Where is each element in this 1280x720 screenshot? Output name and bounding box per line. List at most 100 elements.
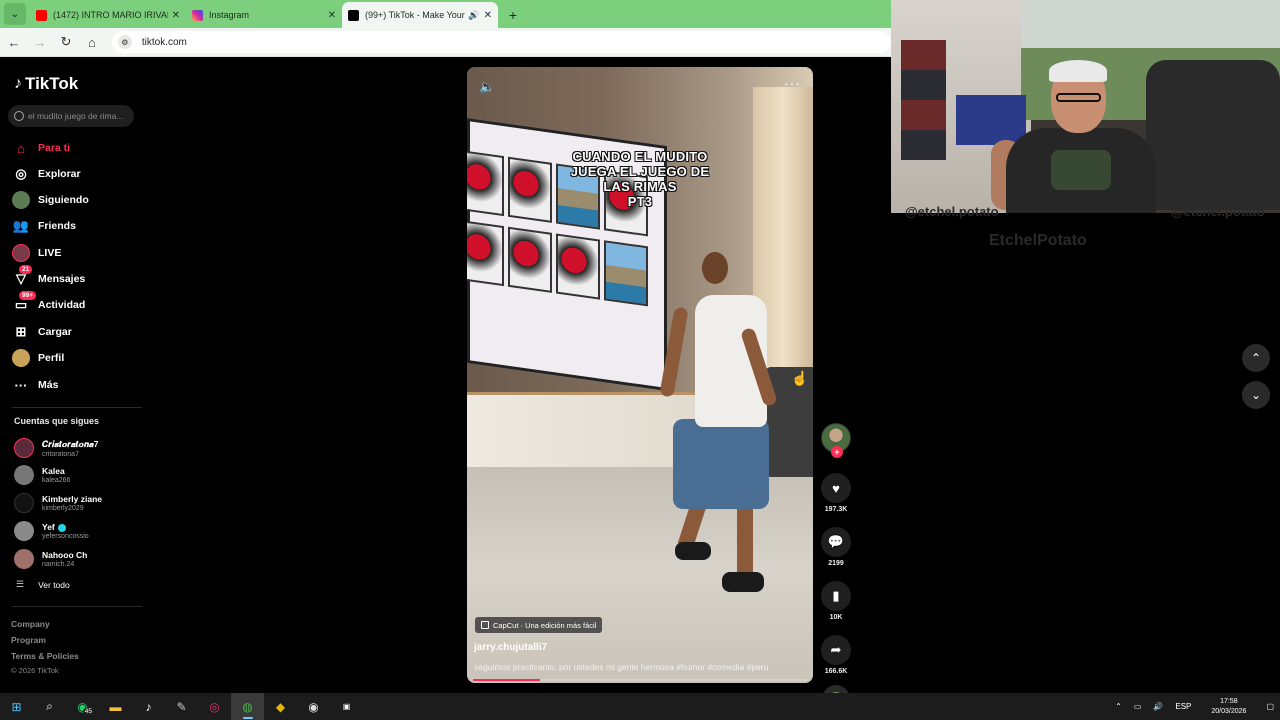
tab-tiktok[interactable]: (99+) TikTok - Make Your Day 🔊 ✕ (342, 2, 498, 28)
instagram-app-icon[interactable]: ◎ (198, 693, 231, 720)
comment-count: 2199 (828, 560, 844, 567)
browser-tab-bar: ⌄ (1472) INTRO MARIO IRIVARREN ✕ Instagr… (0, 0, 891, 28)
verified-icon (57, 523, 66, 532)
address-bar-row: ← → ↻ ⌂ ⚙ tiktok.com (0, 28, 891, 57)
network-icon[interactable]: ▭ (1134, 702, 1142, 711)
language-indicator[interactable]: ESP (1175, 702, 1191, 711)
previous-video-button[interactable]: ⌃ (1242, 344, 1270, 372)
logo-text: TikTok (25, 74, 79, 93)
see-all-link[interactable]: ☰ Ver todo (16, 579, 70, 590)
messages-icon: ▽ 21 (12, 265, 33, 288)
share-button[interactable]: ➦ (821, 635, 851, 665)
video-player[interactable]: CUANDO EL MUDITO JUEGA EL JUEGO DE LAS R… (467, 67, 813, 683)
capcut-label: CapCut · Una edición más fácil (493, 620, 597, 630)
caption-line: JUEGA EL JUEGO DE (570, 164, 710, 179)
like-button[interactable]: ♥ (821, 473, 851, 503)
clock-time: 17:58 (1220, 697, 1238, 705)
close-icon[interactable]: ✕ (172, 10, 180, 21)
volume-icon[interactable]: 🔈 (479, 79, 495, 95)
sidebar-item-actividad[interactable]: ▭ 99+ Actividad (12, 291, 142, 316)
sidebar-item-para-ti[interactable]: ⌂ Para ti (12, 137, 142, 159)
bookmark-icon: ▮ (832, 588, 840, 603)
tiktok-app-icon[interactable]: ♪ (132, 693, 165, 720)
tab-search-button[interactable]: ⌄ (4, 3, 26, 25)
reload-icon[interactable]: ↻ (54, 31, 78, 53)
heart-icon: ♥ (832, 480, 840, 496)
obs-icon[interactable]: ◉ (297, 693, 330, 720)
hand-cursor-icon: ☝ (791, 370, 809, 386)
capcut-link[interactable]: CapCut · Una edición más fácil (475, 617, 603, 633)
share-count: 166.6K (824, 668, 848, 675)
divider (12, 407, 142, 408)
upload-icon: ⊞ (15, 324, 27, 339)
sidebar-item-explorar[interactable]: ◎ Explorar (12, 163, 142, 185)
volume-icon[interactable]: 🔊 (1153, 702, 1163, 711)
forward-icon[interactable]: → (28, 31, 52, 53)
chrome-icon[interactable]: ◍ (231, 693, 264, 720)
feather-app-icon[interactable]: ✎ (165, 693, 198, 720)
chevron-down-icon: ⌄ (1250, 388, 1262, 402)
following-account[interactable]: Kalea kalea266 (14, 463, 144, 487)
home-button-icon[interactable]: ⌂ (80, 31, 104, 53)
sidebar-item-siguiendo[interactable]: Siguiendo (12, 189, 142, 211)
tab-title: Instagram (209, 10, 250, 20)
comment-button[interactable]: 💬 (821, 527, 851, 557)
url-field[interactable]: ⚙ tiktok.com (111, 31, 891, 53)
chevron-up-icon[interactable]: ⌃ (1115, 702, 1122, 711)
site-info-icon[interactable]: ⚙ (117, 35, 132, 49)
clock[interactable]: 17:58 20/03/2026 (1205, 697, 1252, 717)
speaker-icon[interactable]: 🔊 (468, 10, 479, 21)
sidebar-item-cargar[interactable]: ⊞ Cargar (12, 321, 142, 343)
account-name: Nahooo Ch (42, 550, 88, 560)
file-explorer-icon[interactable]: ▬ (99, 693, 132, 720)
more-options-icon[interactable]: ··· (784, 75, 801, 91)
back-icon[interactable]: ← (2, 31, 26, 53)
account-handle: yefersoncossio (42, 533, 89, 540)
sidebar-item-mensajes[interactable]: ▽ 21 Mensajes (12, 265, 142, 290)
sidebar-item-perfil[interactable]: Perfil (12, 347, 142, 369)
activity-icon: ▭ 99+ (12, 291, 37, 314)
close-icon[interactable]: ✕ (484, 10, 492, 21)
url-text: tiktok.com (141, 36, 187, 48)
search-icon (14, 111, 24, 121)
sidebar-item-mas[interactable]: ··· Más (12, 374, 142, 396)
following-account[interactable]: Kimberly ziane kimberly2029 (14, 491, 144, 515)
sidebar-item-friends[interactable]: 👥 Friends (12, 215, 142, 237)
search-icon[interactable]: ⌕ (33, 693, 66, 720)
following-account[interactable]: Nahooo Ch namich.24 (14, 547, 144, 571)
search-input[interactable]: el mudito juego de rima... (8, 105, 134, 127)
new-tab-button[interactable]: + (502, 4, 524, 26)
save-button[interactable]: ▮ (821, 581, 851, 611)
stack-app-icon[interactable]: ◆ (264, 693, 297, 720)
streamer-watermark: @etchel.potato (905, 204, 999, 219)
whatsapp-icon[interactable]: ◉ 45 (66, 693, 99, 720)
more-icon: ··· (14, 377, 28, 393)
follow-plus-icon[interactable]: + (831, 446, 843, 458)
tab-instagram[interactable]: Instagram ✕ (186, 2, 342, 28)
following-title: Cuentas que sigues (14, 416, 100, 426)
tiktok-logo[interactable]: ♪ TikTok (14, 74, 78, 94)
notification-icon[interactable]: ▢ (1266, 702, 1274, 711)
tab-youtube[interactable]: (1472) INTRO MARIO IRIVARREN ✕ (30, 2, 186, 28)
sidebar-item-live[interactable]: LIVE (12, 242, 142, 264)
following-account[interactable]: 𝑪𝒓𝒊𝒔𝒕𝒐𝒓𝒂𝒕𝒐𝒏𝒂7 critoratona7 (14, 436, 144, 460)
avatar (14, 549, 34, 569)
sidebar-item-label: Perfil (38, 352, 65, 364)
profile-icon (12, 349, 30, 367)
avatar (14, 493, 34, 513)
footer-program-link[interactable]: Program (11, 635, 46, 645)
close-icon[interactable]: ✕ (328, 10, 336, 21)
epic-games-icon[interactable]: ▣ (330, 693, 363, 720)
video-progress-bar[interactable] (473, 679, 807, 681)
footer-company-link[interactable]: Company (11, 619, 50, 629)
video-author[interactable]: jarry.chujutalli7 (474, 642, 547, 653)
video-frame (737, 497, 753, 577)
following-avatar-icon (12, 191, 30, 209)
caption-line: LAS RIMAS (603, 179, 677, 194)
windows-start-icon[interactable]: ⊞ (0, 693, 33, 720)
next-video-button[interactable]: ⌄ (1242, 381, 1270, 409)
following-account[interactable]: Yef yefersoncossio (14, 519, 144, 543)
footer-terms-link[interactable]: Terms & Policies (11, 651, 79, 661)
creator-avatar[interactable]: + (821, 423, 851, 458)
account-handle: kimberly2029 (42, 505, 84, 512)
